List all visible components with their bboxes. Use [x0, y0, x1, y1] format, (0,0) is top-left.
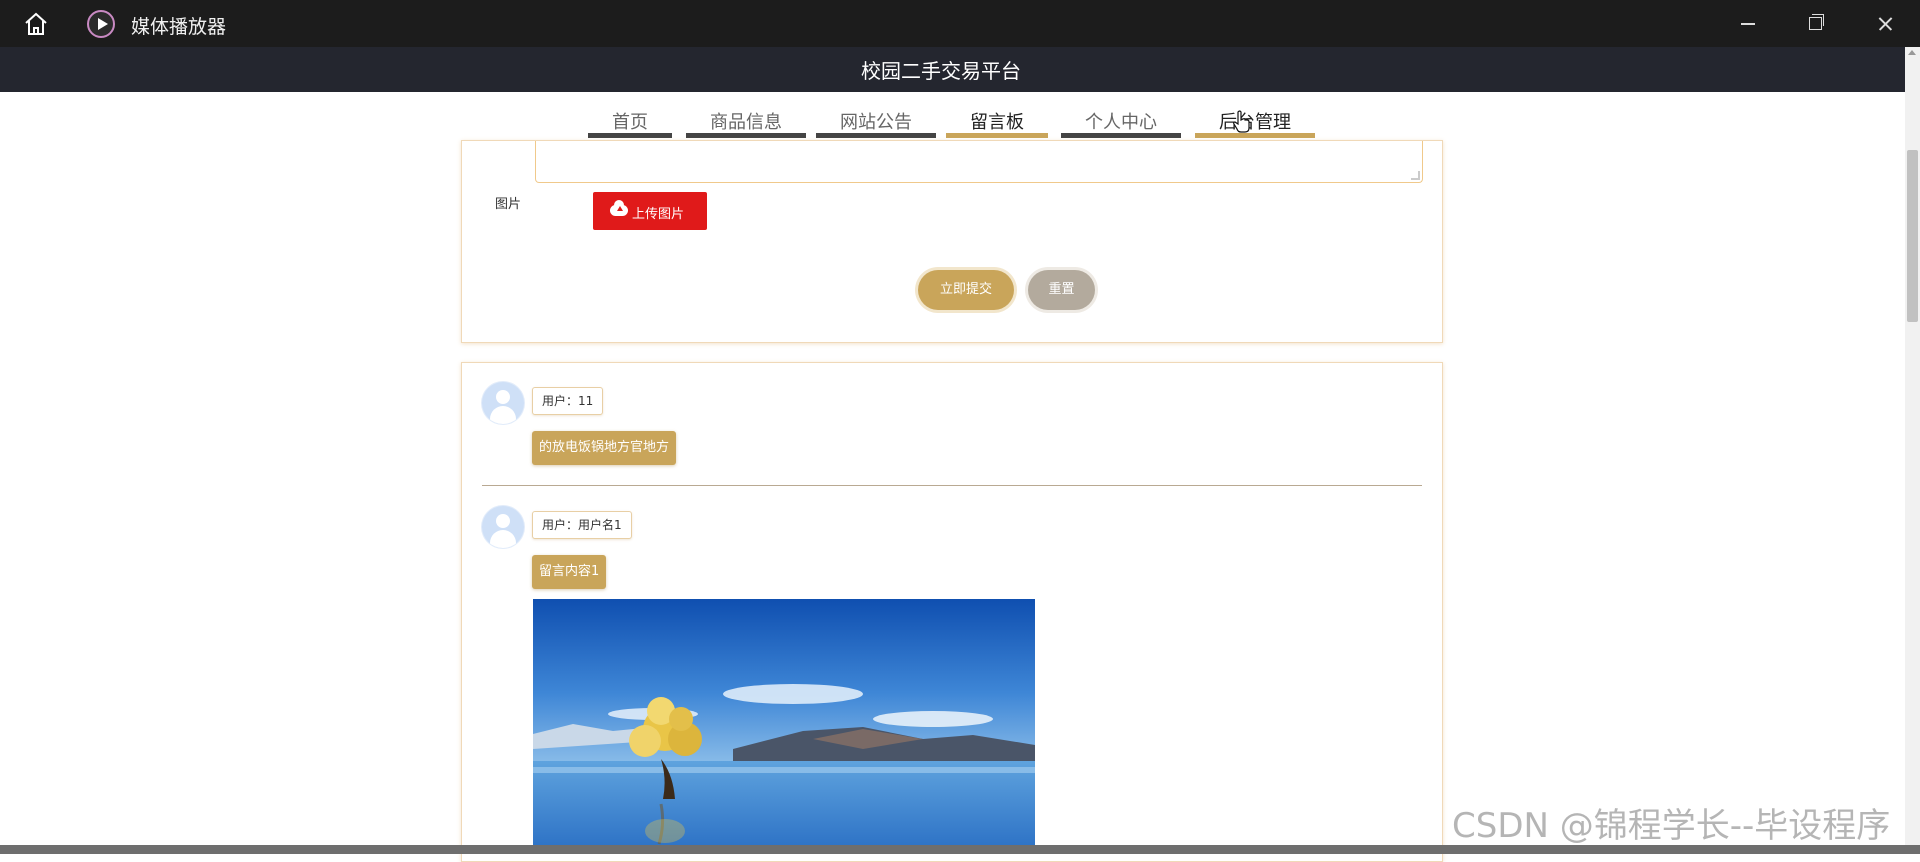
minimize-button[interactable]	[1714, 0, 1782, 47]
cloud-upload-icon	[610, 200, 628, 216]
reset-button[interactable]: 重置	[1028, 270, 1095, 310]
nav-underline	[686, 133, 806, 138]
nav-item-label: 网站公告	[840, 112, 912, 133]
maximize-button[interactable]	[1781, 0, 1849, 47]
nav-item-label: 留言板	[970, 112, 1024, 133]
comment-content: 的放电饭锅地方官地方	[532, 431, 677, 465]
close-button[interactable]	[1851, 0, 1919, 47]
comment-image	[533, 599, 1035, 854]
avatar	[482, 506, 524, 548]
upload-image-button[interactable]: 上传图片	[593, 192, 707, 230]
image-field-label: 图片	[495, 197, 522, 212]
window-titlebar: 媒体播放器	[0, 0, 1920, 47]
nav-item-label: 首页	[612, 112, 648, 133]
app-title: 媒体播放器	[131, 16, 227, 38]
hand-cursor-icon	[1233, 110, 1250, 133]
site-header: 校园二手交易平台	[0, 47, 1905, 92]
scroll-up-icon[interactable]	[1908, 50, 1916, 55]
nav-underline	[1061, 133, 1181, 138]
message-textarea[interactable]	[535, 141, 1423, 183]
site-title: 校园二手交易平台	[861, 59, 1021, 83]
nav-item-label: 后台管理	[1219, 112, 1291, 133]
submit-button[interactable]: 立即提交	[918, 270, 1014, 310]
nav-underline	[588, 133, 672, 138]
home-icon[interactable]	[22, 11, 50, 37]
nav-item-label: 个人中心	[1085, 112, 1157, 133]
nav-underline	[1195, 133, 1315, 138]
comment-user: 用户：用户名1	[532, 511, 632, 539]
nav-underline	[816, 133, 936, 138]
comment-user: 用户：11	[532, 387, 604, 415]
avatar	[482, 382, 524, 424]
watermark: CSDN @锦程学长--毕设程序	[1452, 806, 1891, 846]
message-form: 图片 上传图片 立即提交 重置	[461, 140, 1443, 343]
nav-item-label: 商品信息	[710, 112, 782, 133]
resize-handle-icon[interactable]	[1411, 171, 1420, 180]
comment-divider	[482, 485, 1422, 486]
scrollbar-thumb[interactable]	[1907, 150, 1918, 322]
upload-button-label: 上传图片	[632, 207, 685, 222]
nav-underline	[946, 133, 1048, 138]
comment-content: 留言内容1	[532, 555, 607, 589]
play-icon	[87, 10, 115, 38]
